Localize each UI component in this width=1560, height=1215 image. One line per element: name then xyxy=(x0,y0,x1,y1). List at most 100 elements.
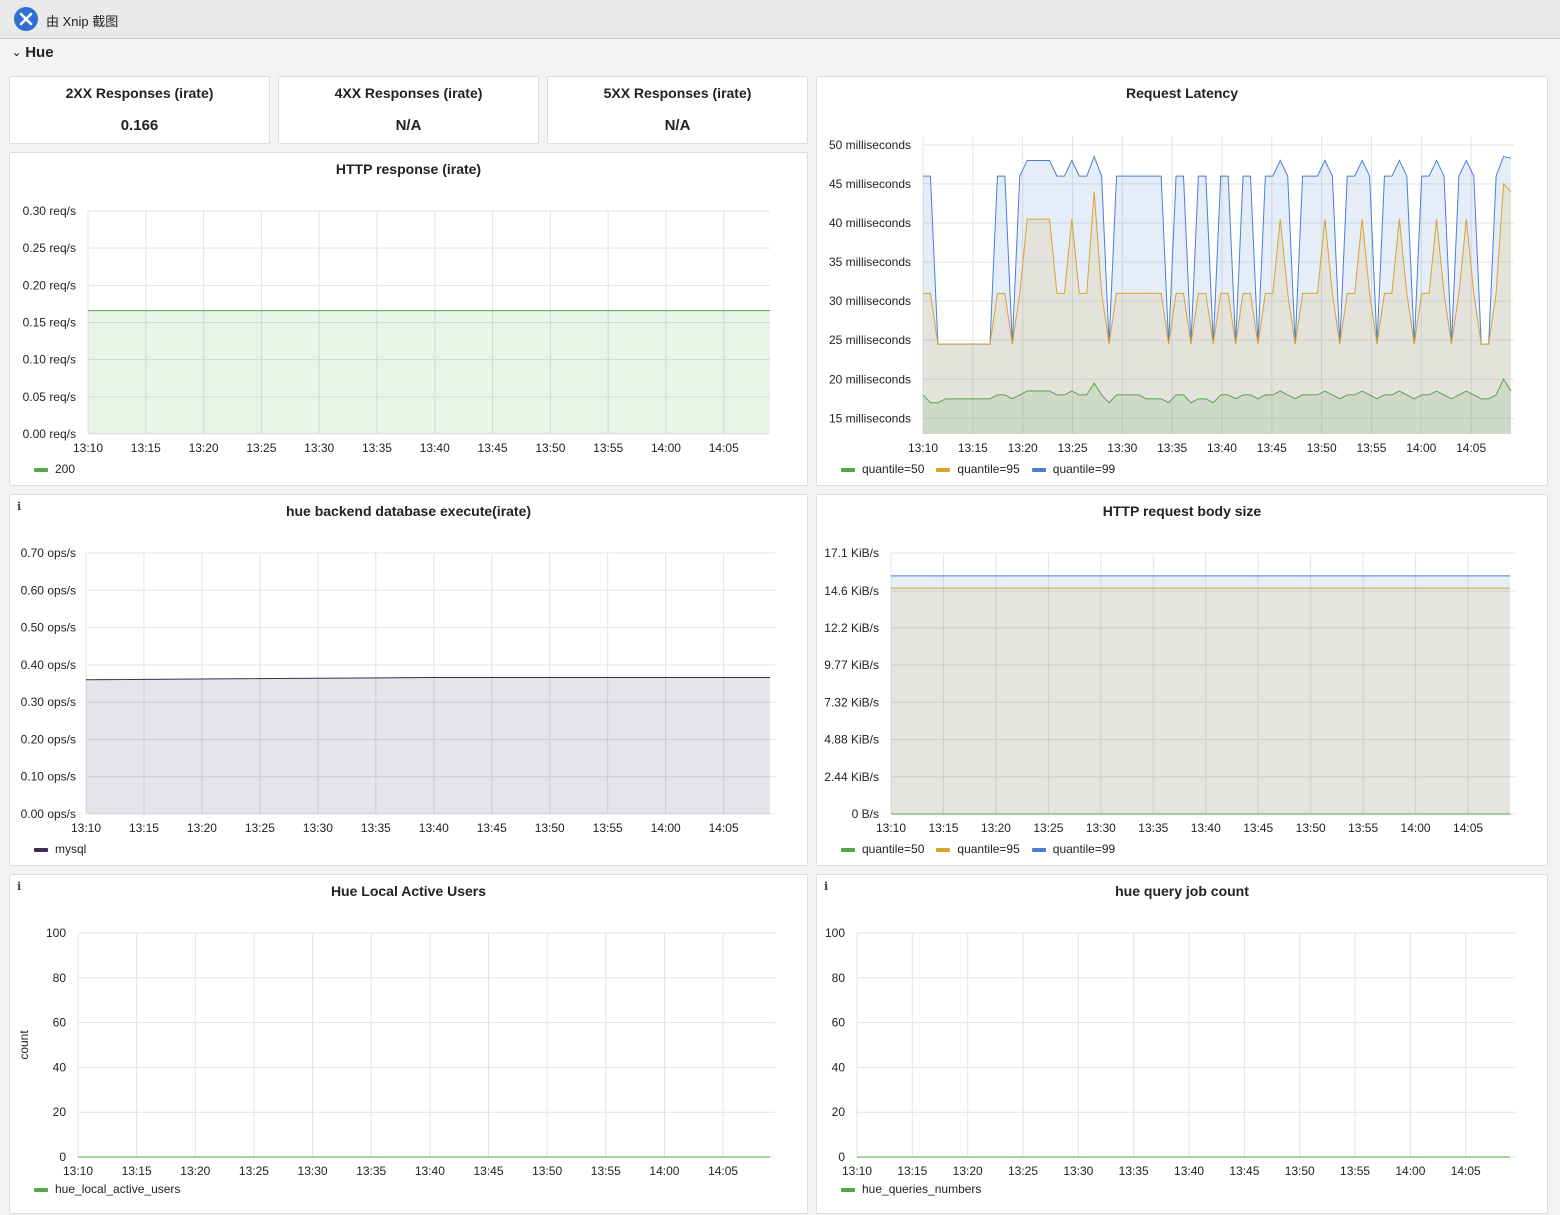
x-tick-label: 13:45 xyxy=(1243,821,1273,835)
x-tick-label: 13:30 xyxy=(298,1164,328,1178)
y-tick-label: 40 xyxy=(832,1060,846,1074)
legend-item[interactable]: quantile=50 xyxy=(841,842,924,856)
x-tick-label: 13:10 xyxy=(63,1164,93,1178)
legend-swatch xyxy=(34,847,48,852)
x-tick-label: 13:40 xyxy=(415,1164,445,1178)
x-tick-label: 13:50 xyxy=(532,1164,562,1178)
x-tick-label: 13:40 xyxy=(420,441,450,455)
legend-item[interactable]: hue_queries_numbers xyxy=(841,1182,981,1196)
y-tick-label: 0.25 req/s xyxy=(23,241,76,255)
x-tick-label: 13:30 xyxy=(303,821,333,835)
y-tick-label: 0 B/s xyxy=(852,807,879,821)
panel-body-size: HTTP request body size 0 B/s 2.44 KiB/s 4.… xyxy=(816,494,1548,866)
y-tick-label: 4.88 KiB/s xyxy=(824,733,879,747)
chevron-down-icon[interactable]: ⌄ xyxy=(12,46,21,59)
y-tick-label: 2.44 KiB/s xyxy=(824,770,879,784)
y-tick-label: 0 xyxy=(59,1150,66,1164)
x-tick-label: 14:05 xyxy=(709,821,739,835)
stat-value: N/A xyxy=(395,117,422,134)
stat-panel-5xx: 5XX Responses (irate) N/A xyxy=(547,76,808,144)
x-tick-label: 13:55 xyxy=(1356,441,1386,455)
legend-swatch xyxy=(1031,467,1046,472)
series-area-mysql xyxy=(86,677,770,814)
legend-label: quantile=50 xyxy=(862,462,925,476)
x-tick-label: 13:25 xyxy=(246,441,276,455)
y-tick-label: 80 xyxy=(53,971,67,985)
window-title: 由 Xnip 截图 xyxy=(46,14,119,29)
y-tick-label: 12.2 KiB/s xyxy=(824,621,879,635)
x-tick-label: 13:20 xyxy=(953,1164,983,1178)
panel-query-job: i hue query job count 0 20 40 60 80 100 13:10 1… xyxy=(816,874,1548,1214)
legend: hue_local_active_users xyxy=(34,1182,192,1196)
series-area-200 xyxy=(88,310,770,434)
legend: hue_queries_numbers xyxy=(841,1182,993,1196)
x-tick-label: 13:25 xyxy=(1057,441,1087,455)
window-titlebar: 由 Xnip 截图 xyxy=(0,0,1560,39)
x-tick-label: 14:00 xyxy=(1401,821,1431,835)
legend: quantile=50 quantile=95 quantile=99 xyxy=(841,462,1127,476)
x-tick-label: 13:45 xyxy=(478,441,508,455)
x-tick-label: 14:05 xyxy=(1453,821,1483,835)
x-tick-label: 13:40 xyxy=(1191,821,1221,835)
legend-swatch xyxy=(841,1187,855,1192)
x-tick-label: 13:10 xyxy=(842,1164,872,1178)
x-tick-label: 13:45 xyxy=(473,1164,503,1178)
y-tick-label: 25 milliseconds xyxy=(829,333,911,347)
x-tick-label: 13:25 xyxy=(1008,1164,1038,1178)
x-tick-label: 13:20 xyxy=(981,821,1011,835)
x-tick-label: 13:40 xyxy=(1174,1164,1204,1178)
row-header-hue[interactable]: ⌄ Hue xyxy=(12,44,54,64)
legend-item[interactable]: hue_local_active_users xyxy=(34,1182,180,1196)
y-tick-label: 35 milliseconds xyxy=(829,255,911,269)
x-tick-label: 13:55 xyxy=(593,821,623,835)
y-tick-label: 100 xyxy=(825,926,845,940)
y-tick-label: 0.20 req/s xyxy=(23,278,76,292)
legend-item[interactable]: 200 xyxy=(34,462,75,476)
y-tick-label: 60 xyxy=(832,1016,846,1030)
x-tick-label: 13:35 xyxy=(1138,821,1168,835)
y-tick-label: 20 milliseconds xyxy=(829,372,911,386)
x-tick-label: 13:15 xyxy=(897,1164,927,1178)
legend-item[interactable]: mysql xyxy=(34,842,86,856)
legend-swatch xyxy=(841,467,855,472)
panel-db-execute: i hue backend database execute(irate) 0.… xyxy=(9,494,808,866)
x-tick-label: 13:15 xyxy=(928,821,958,835)
panel-http-response: HTTP response (irate) 0.00 req/s 0.05 req… xyxy=(9,152,808,486)
y-tick-label: 30 milliseconds xyxy=(829,294,911,308)
x-tick-label: 13:55 xyxy=(1340,1164,1370,1178)
x-tick-label: 14:05 xyxy=(1451,1164,1481,1178)
legend-label: quantile=99 xyxy=(1052,842,1116,856)
legend-label: quantile=50 xyxy=(862,842,925,856)
legend-item[interactable]: quantile=50 xyxy=(841,462,924,476)
x-tick-label: 14:00 xyxy=(1395,1164,1425,1178)
x-tick-label: 13:50 xyxy=(1296,821,1326,835)
y-tick-label: 0.15 req/s xyxy=(23,316,76,330)
legend-label: quantile=95 xyxy=(957,462,1020,476)
legend-item[interactable]: quantile=95 xyxy=(936,842,1020,856)
y-tick-label: 0 xyxy=(838,1150,845,1164)
y-tick-label: 40 milliseconds xyxy=(829,216,911,230)
y-tick-label: 80 xyxy=(832,971,846,985)
chart-http-response: 0.00 req/s 0.05 req/s 0.10 req/s 0.15 req/s… xyxy=(23,204,770,455)
y-tick-label: 17.1 KiB/s xyxy=(824,546,879,560)
y-tick-label: 20 xyxy=(53,1105,67,1119)
xnip-app-icon[interactable] xyxy=(14,7,38,31)
x-tick-label: 13:30 xyxy=(1086,821,1116,835)
legend: 200 xyxy=(34,462,87,476)
x-tick-label: 13:10 xyxy=(876,821,906,835)
x-tick-label: 13:15 xyxy=(958,441,988,455)
chart-active-users: 0 20 40 60 80 100 13:10 13:15 13:20 13:25 13:30 13:… xyxy=(17,926,775,1178)
series-area-quantile-95 xyxy=(891,588,1510,814)
panel-request-latency: Request Latency 15 milliseconds 20 millis… xyxy=(816,76,1548,486)
legend-item[interactable]: quantile=99 xyxy=(1031,842,1116,856)
x-tick-label: 13:30 xyxy=(304,441,334,455)
x-tick-label: 13:10 xyxy=(908,441,938,455)
x-tick-label: 14:00 xyxy=(651,821,681,835)
legend-item[interactable]: quantile=95 xyxy=(936,462,1020,476)
legend-item[interactable]: quantile=99 xyxy=(1031,462,1115,476)
stat-value: 0.166 xyxy=(120,117,159,134)
x-tick-label: 13:25 xyxy=(245,821,275,835)
x-tick-label: 13:35 xyxy=(356,1164,386,1178)
legend-swatch xyxy=(34,1187,48,1192)
x-tick-label: 13:15 xyxy=(122,1164,152,1178)
